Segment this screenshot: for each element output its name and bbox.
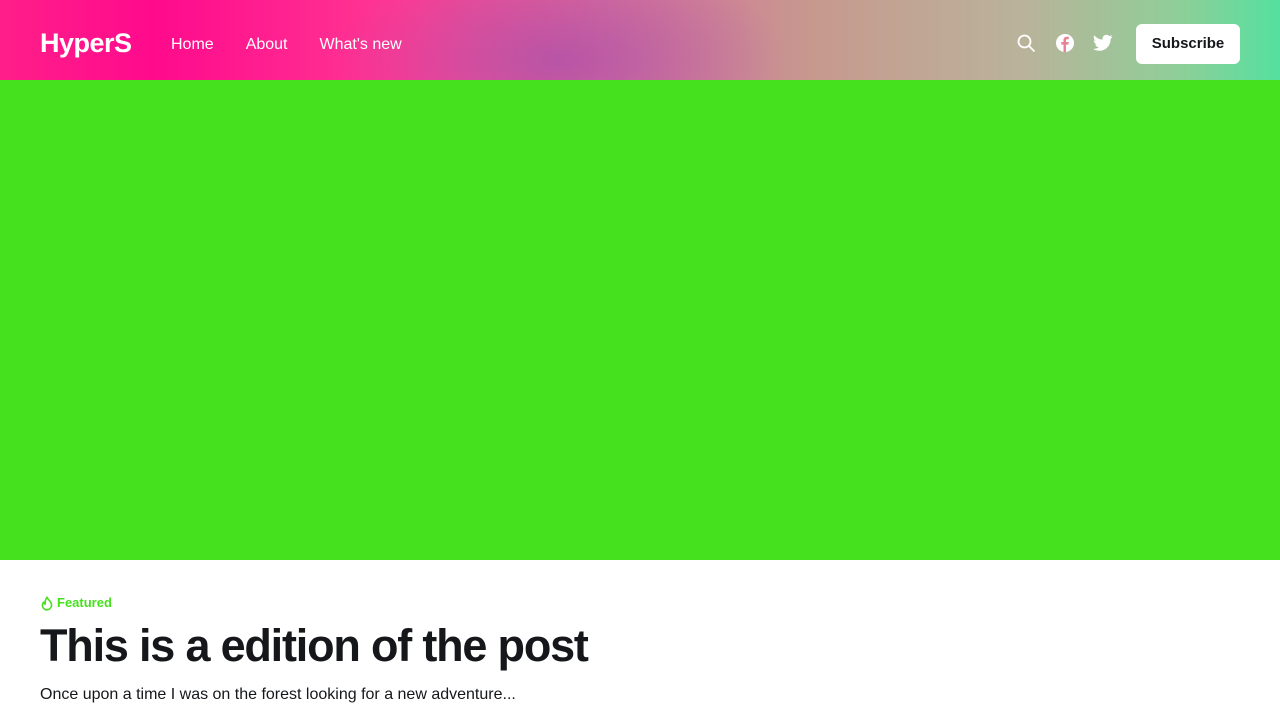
flame-icon — [40, 595, 54, 611]
nav-link-about[interactable]: About — [246, 34, 288, 56]
nav-link-whats-new[interactable]: What's new — [320, 34, 402, 56]
site-logo[interactable]: HyperS — [40, 26, 132, 60]
site-header: HyperS Home About What's new Subscribe — [0, 0, 1280, 80]
subscribe-button[interactable]: Subscribe — [1136, 24, 1240, 64]
hero-image — [0, 80, 1280, 560]
main-nav: Home About What's new — [171, 34, 402, 56]
post-excerpt: Once upon a time I was on the forest loo… — [40, 686, 516, 703]
twitter-icon[interactable] — [1092, 32, 1114, 54]
post-title[interactable]: This is a edition of the post — [40, 618, 589, 674]
featured-badge: Featured — [40, 594, 112, 612]
featured-label: Featured — [57, 595, 112, 610]
search-icon[interactable] — [1015, 32, 1037, 54]
facebook-icon[interactable] — [1054, 32, 1076, 54]
nav-link-home[interactable]: Home — [171, 34, 214, 56]
